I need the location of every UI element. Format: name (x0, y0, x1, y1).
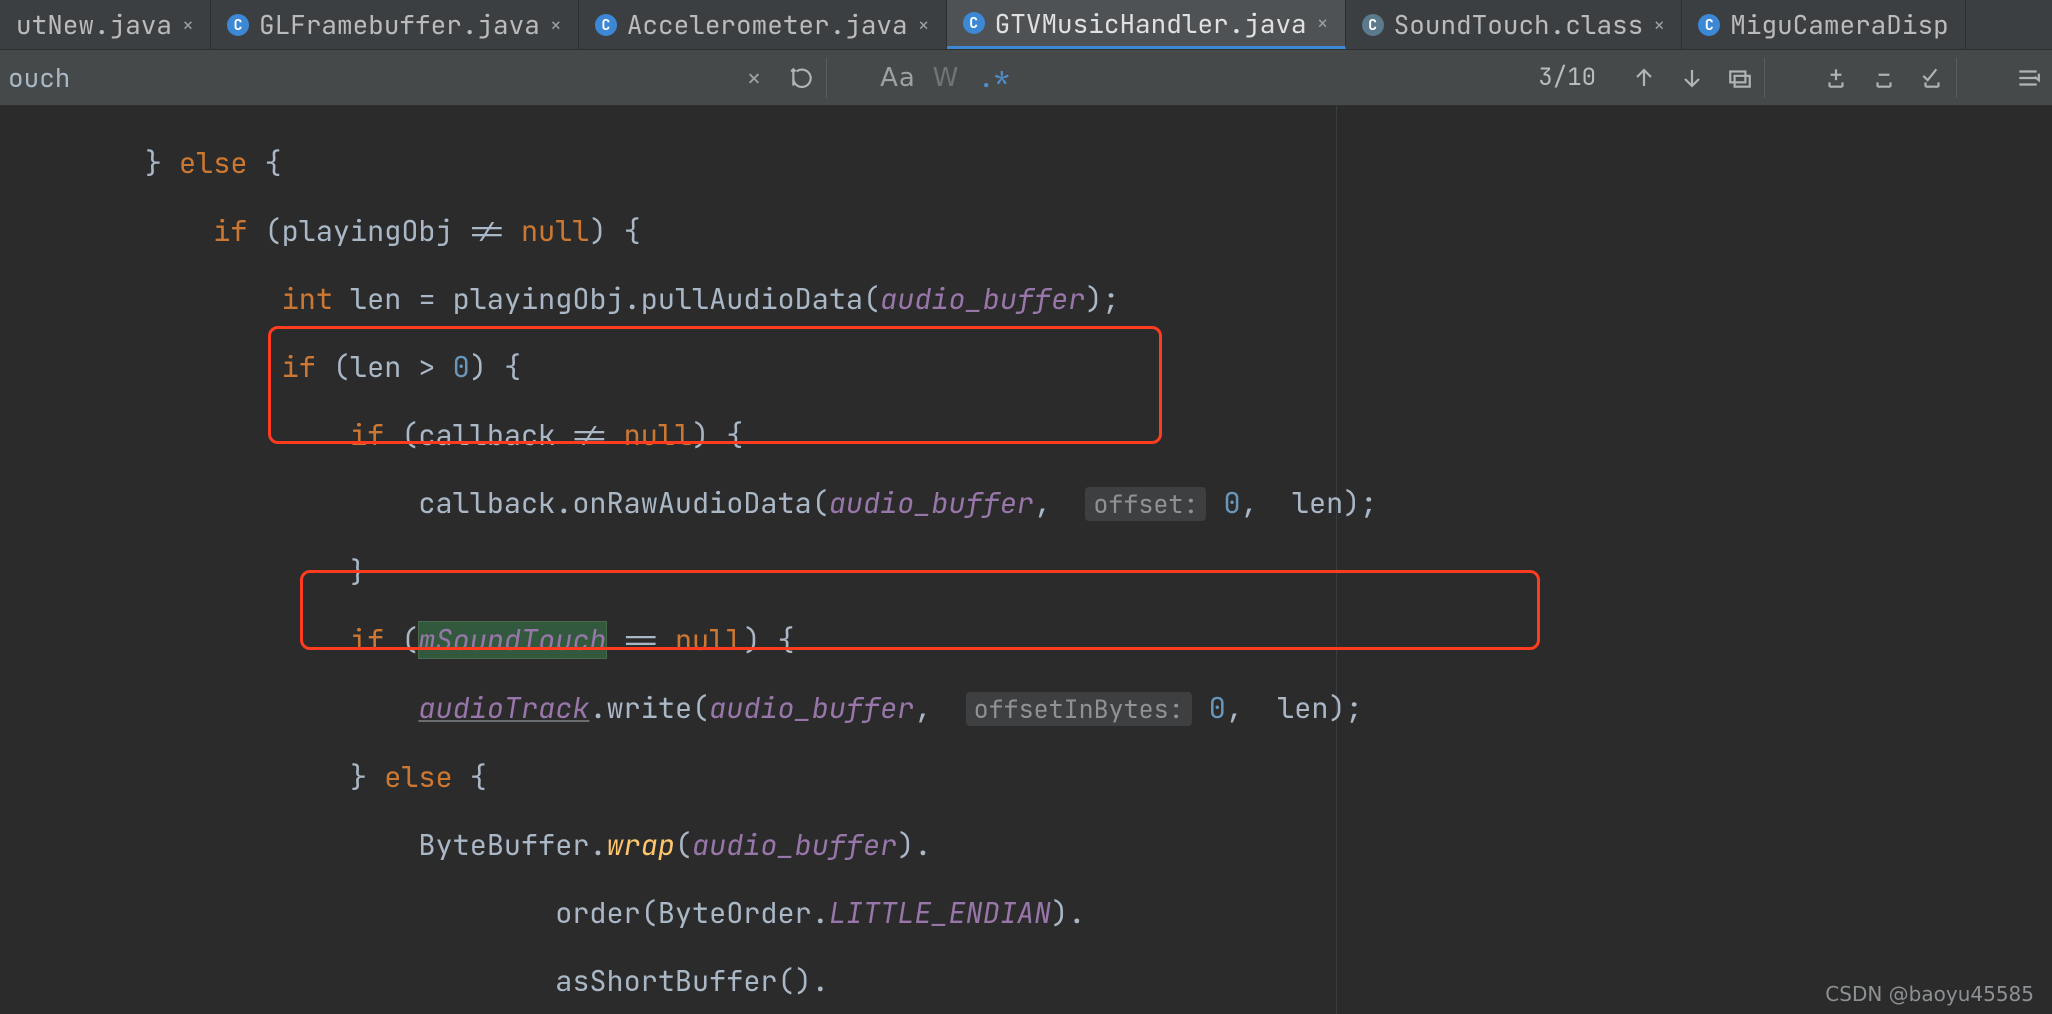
code-line: audioTrack.write(audio_buffer, offsetInB… (0, 691, 2052, 726)
code-line: order(ByteOrder.LITTLE_ENDIAN). (0, 896, 2052, 930)
tab-migucameradisp[interactable]: C MiguCameraDisp (1682, 0, 1965, 49)
java-class-icon: C (1698, 14, 1720, 36)
search-input[interactable]: ouch (0, 60, 730, 95)
clear-search-icon[interactable]: × (730, 60, 778, 95)
remove-selection-icon[interactable] (1860, 65, 1908, 91)
whole-word-toggle[interactable]: W (922, 63, 970, 93)
search-history-icon[interactable] (778, 65, 826, 91)
code-line: int len = playingObj.pullAudioData(audio… (0, 282, 2052, 316)
close-icon[interactable]: × (1317, 10, 1329, 36)
java-class-icon: C (227, 14, 249, 36)
close-icon[interactable]: × (182, 12, 194, 38)
tab-label: utNew.java (16, 7, 172, 42)
prev-match-button[interactable] (1620, 66, 1668, 90)
code-line: ByteBuffer.wrap(audio_buffer). (0, 828, 2052, 862)
close-icon[interactable]: × (550, 12, 562, 38)
select-all-occurrences-button[interactable] (1716, 65, 1764, 91)
tab-gtvmusichandler[interactable]: C GTVMusicHandler.java × (947, 0, 1346, 49)
close-icon[interactable]: × (1653, 12, 1665, 38)
code-line: } (0, 555, 2052, 589)
tab-label: SoundTouch.class (1394, 7, 1644, 42)
code-line: if (mSoundTouch == null) { (0, 623, 2052, 657)
java-class-icon: C (595, 14, 617, 36)
match-counter: 3/10 (1538, 62, 1596, 93)
tab-label: GTVMusicHandler.java (995, 6, 1307, 41)
decompiled-class-icon: C (1362, 14, 1384, 36)
code-line: asShortBuffer(). (0, 964, 2052, 998)
next-match-button[interactable] (1668, 66, 1716, 90)
tab-label: GLFramebuffer.java (259, 7, 540, 42)
tab-soundtouch[interactable]: C SoundTouch.class × (1346, 0, 1683, 49)
tab-label: MiguCameraDisp (1730, 7, 1948, 42)
tab-label: Accelerometer.java (627, 7, 908, 42)
code-line: if (callback != null) { (0, 418, 2052, 452)
watermark: CSDN @baoyu45585 (1825, 982, 2034, 1006)
code-line: if (playingObj != null) { (0, 214, 2052, 248)
code-line: } else { (0, 760, 2052, 794)
match-case-toggle[interactable]: Aa (874, 63, 922, 93)
code-area[interactable]: } else { if (playingObj != null) { int l… (0, 106, 2052, 1014)
tab-accelerometer[interactable]: C Accelerometer.java × (579, 0, 947, 49)
editor-tabs: utNew.java × C GLFramebuffer.java × C Ac… (0, 0, 2052, 50)
add-selection-icon[interactable] (1812, 65, 1860, 91)
find-toolbar: ouch × Aa W .* 3/10 (0, 50, 2052, 106)
code-line: } else { (0, 146, 2052, 180)
regex-toggle[interactable]: .* (970, 60, 1018, 95)
filter-icon[interactable] (2004, 65, 2052, 91)
code-editor[interactable]: } else { if (playingObj != null) { int l… (0, 106, 2052, 1014)
tab-glframebuffer[interactable]: C GLFramebuffer.java × (211, 0, 579, 49)
java-class-icon: C (963, 12, 985, 34)
select-all-button[interactable] (1908, 65, 1956, 91)
code-line: callback.onRawAudioData(audio_buffer, of… (0, 486, 2052, 521)
tab-utnew[interactable]: utNew.java × (0, 0, 211, 49)
close-icon[interactable]: × (918, 12, 930, 38)
code-line: if (len > 0) { (0, 350, 2052, 384)
